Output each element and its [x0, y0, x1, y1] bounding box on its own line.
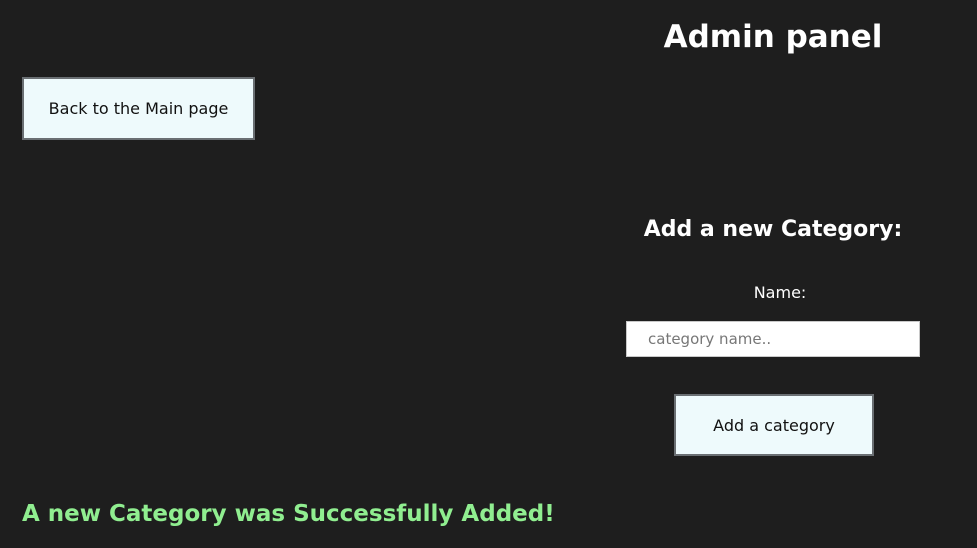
add-category-button[interactable]: Add a category — [674, 394, 874, 456]
back-to-main-button[interactable]: Back to the Main page — [22, 77, 255, 140]
name-label: Name: — [753, 283, 807, 302]
category-name-input[interactable] — [626, 321, 920, 357]
success-message: A new Category was Successfully Added! — [22, 501, 555, 527]
add-category-heading: Add a new Category: — [643, 217, 903, 242]
page-title: Admin panel — [663, 19, 883, 55]
admin-page: Admin panel Back to the Main page Add a … — [0, 0, 977, 548]
